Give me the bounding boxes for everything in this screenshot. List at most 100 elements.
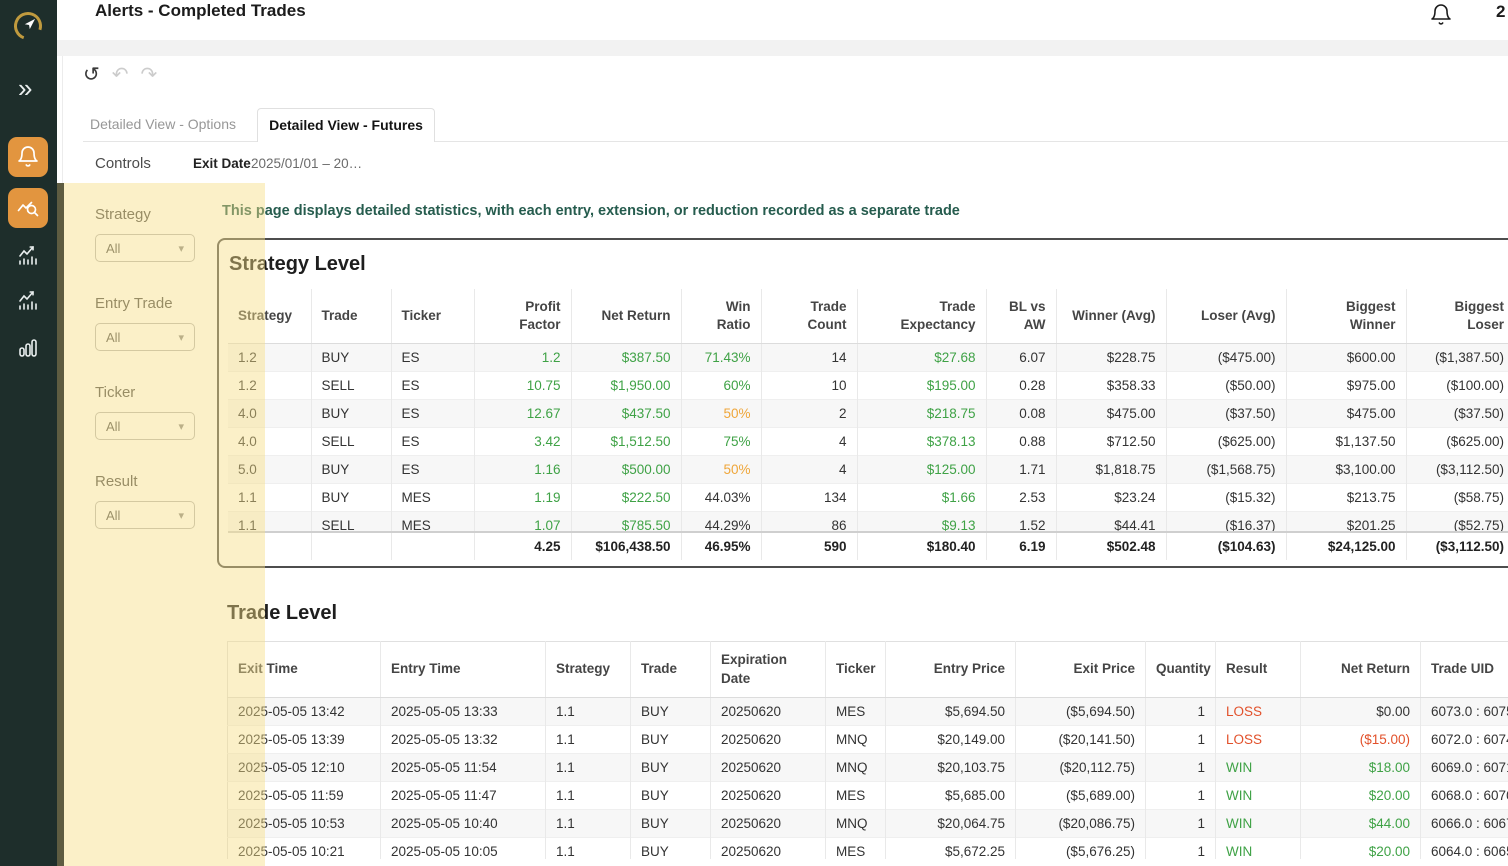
table-cell: ($50.00): [1166, 372, 1286, 400]
sidebar-item-alerts[interactable]: [8, 137, 48, 177]
header-row: Exit TimeEntry TimeStrategyTradeExpirati…: [228, 642, 1508, 698]
table-cell: LOSS: [1216, 726, 1301, 754]
table-cell: $600.00: [1286, 344, 1406, 372]
table-cell: $201.25: [1286, 512, 1406, 531]
table-cell: BUY: [631, 698, 711, 726]
table-cell: $1,137.50: [1286, 428, 1406, 456]
table-cell: 1.52: [986, 512, 1056, 531]
table-cell: $502.48: [1056, 532, 1166, 560]
table-cell: 134: [761, 484, 857, 512]
table-cell: BUY: [631, 838, 711, 860]
sidebar-item-reports[interactable]: [8, 328, 48, 368]
table-cell: ($52.75): [1406, 512, 1508, 531]
sidebar-item-performance[interactable]: [8, 236, 48, 276]
table-cell: $475.00: [1056, 400, 1166, 428]
table-cell: $358.33: [1056, 372, 1166, 400]
table-cell: BUY: [631, 754, 711, 782]
table-cell: 1.1: [546, 698, 631, 726]
table-cell: MNQ: [826, 726, 886, 754]
column-header: Trade UID: [1421, 642, 1508, 698]
table-cell: 6.19: [986, 532, 1056, 560]
filter-panel: Strategy All ▾ Entry Trade All ▾ Ticker …: [95, 206, 225, 562]
table-cell: $3,100.00: [1286, 456, 1406, 484]
column-header: Trade: [311, 289, 391, 343]
table-cell: 20250620: [711, 726, 826, 754]
table-cell: 1.1: [228, 484, 311, 512]
table-cell: $1,818.75: [1056, 456, 1166, 484]
table-cell: ($3,112.50): [1406, 456, 1508, 484]
history-toolbar: ↺ ↶ ↷: [83, 64, 157, 86]
table-cell: 2025-05-05 13:33: [381, 698, 546, 726]
entry-trade-filter-dropdown[interactable]: All ▾: [95, 323, 195, 351]
reset-icon[interactable]: ↺: [83, 64, 100, 86]
bell-icon: [16, 145, 40, 169]
table-cell: 14: [761, 344, 857, 372]
table-cell: $20,149.00: [886, 726, 1016, 754]
chevron-down-icon: ▾: [178, 509, 184, 522]
table-row: 4.0SELLES3.42$1,512.5075%4$378.130.88$71…: [228, 428, 1508, 456]
table-cell: $20,103.75: [886, 754, 1016, 782]
table-cell: [228, 532, 311, 560]
table-cell: ES: [391, 428, 474, 456]
chevron-down-icon: ▾: [178, 242, 184, 255]
table-cell: ($20,112.75): [1016, 754, 1146, 782]
table-row: 5.0BUYES1.16$500.0050%4$125.001.71$1,818…: [228, 456, 1508, 484]
table-cell: ($3,112.50): [1406, 532, 1508, 560]
table-row: 2025-05-05 11:592025-05-05 11:471.1BUY20…: [228, 782, 1508, 810]
table-cell: ($15.00): [1301, 726, 1421, 754]
exit-date-value[interactable]: 2025/01/01 – 20…: [251, 156, 362, 171]
column-header: Net Return: [1301, 642, 1421, 698]
column-header: Trade Count: [761, 289, 857, 343]
notifications-button[interactable]: [1429, 3, 1453, 27]
table-cell: 1.1: [546, 838, 631, 860]
table-cell: WIN: [1216, 782, 1301, 810]
sidebar-item-analysis[interactable]: [8, 188, 48, 228]
table-cell: 2025-05-05 10:53: [228, 810, 381, 838]
column-header: Expiration Date: [711, 642, 826, 698]
sidebar-item-statistics[interactable]: [8, 281, 48, 321]
column-header: Biggest Winner: [1286, 289, 1406, 343]
redo-icon[interactable]: ↷: [141, 64, 158, 86]
table-row: 4.0BUYES12.67$437.5050%2$218.750.08$475.…: [228, 400, 1508, 428]
dropdown-value: All: [106, 508, 120, 523]
app-logo[interactable]: [8, 6, 48, 46]
strategy-filter-dropdown[interactable]: All ▾: [95, 234, 195, 262]
table-cell: 590: [761, 532, 857, 560]
table-cell: 1: [1146, 754, 1216, 782]
column-header: Trade Expectancy: [857, 289, 986, 343]
column-header: Result: [1216, 642, 1301, 698]
table-cell: 1.2: [474, 344, 571, 372]
tab-detailed-view-options[interactable]: Detailed View - Options: [83, 108, 243, 142]
table-cell: 2025-05-05 13:39: [228, 726, 381, 754]
result-filter-dropdown[interactable]: All ▾: [95, 501, 195, 529]
table-row: 2025-05-05 10:532025-05-05 10:401.1BUY20…: [228, 810, 1508, 838]
table-cell: 1.1: [546, 782, 631, 810]
content-left-edge: [62, 56, 63, 866]
table-cell: BUY: [311, 456, 391, 484]
table-cell: 20250620: [711, 838, 826, 860]
table-cell: $44.41: [1056, 512, 1166, 531]
table-cell: 0.28: [986, 372, 1056, 400]
tab-detailed-view-futures[interactable]: Detailed View - Futures: [257, 108, 435, 142]
column-header: Trade: [631, 642, 711, 698]
table-cell: $975.00: [1286, 372, 1406, 400]
table-cell: MES: [391, 484, 474, 512]
trend-chart-icon: [16, 244, 40, 268]
table-cell: 12.67: [474, 400, 571, 428]
table-cell: 1.71: [986, 456, 1056, 484]
undo-icon[interactable]: ↶: [112, 64, 129, 86]
column-header: Ticker: [826, 642, 886, 698]
column-header: Loser (Avg): [1166, 289, 1286, 343]
table-cell: MNQ: [826, 754, 886, 782]
table-cell: 20250620: [711, 810, 826, 838]
sidebar-expand-button[interactable]: »: [18, 76, 32, 100]
table-cell: $20.00: [1301, 838, 1421, 860]
exit-date-label[interactable]: Exit Date: [193, 156, 251, 171]
table-cell: ($15.32): [1166, 484, 1286, 512]
table-cell: ES: [391, 372, 474, 400]
table-cell: $500.00: [571, 456, 681, 484]
table-cell: 4.0: [228, 400, 311, 428]
ticker-filter-dropdown[interactable]: All ▾: [95, 412, 195, 440]
table-cell: 2025-05-05 10:40: [381, 810, 546, 838]
chevron-down-icon: ▾: [178, 331, 184, 344]
